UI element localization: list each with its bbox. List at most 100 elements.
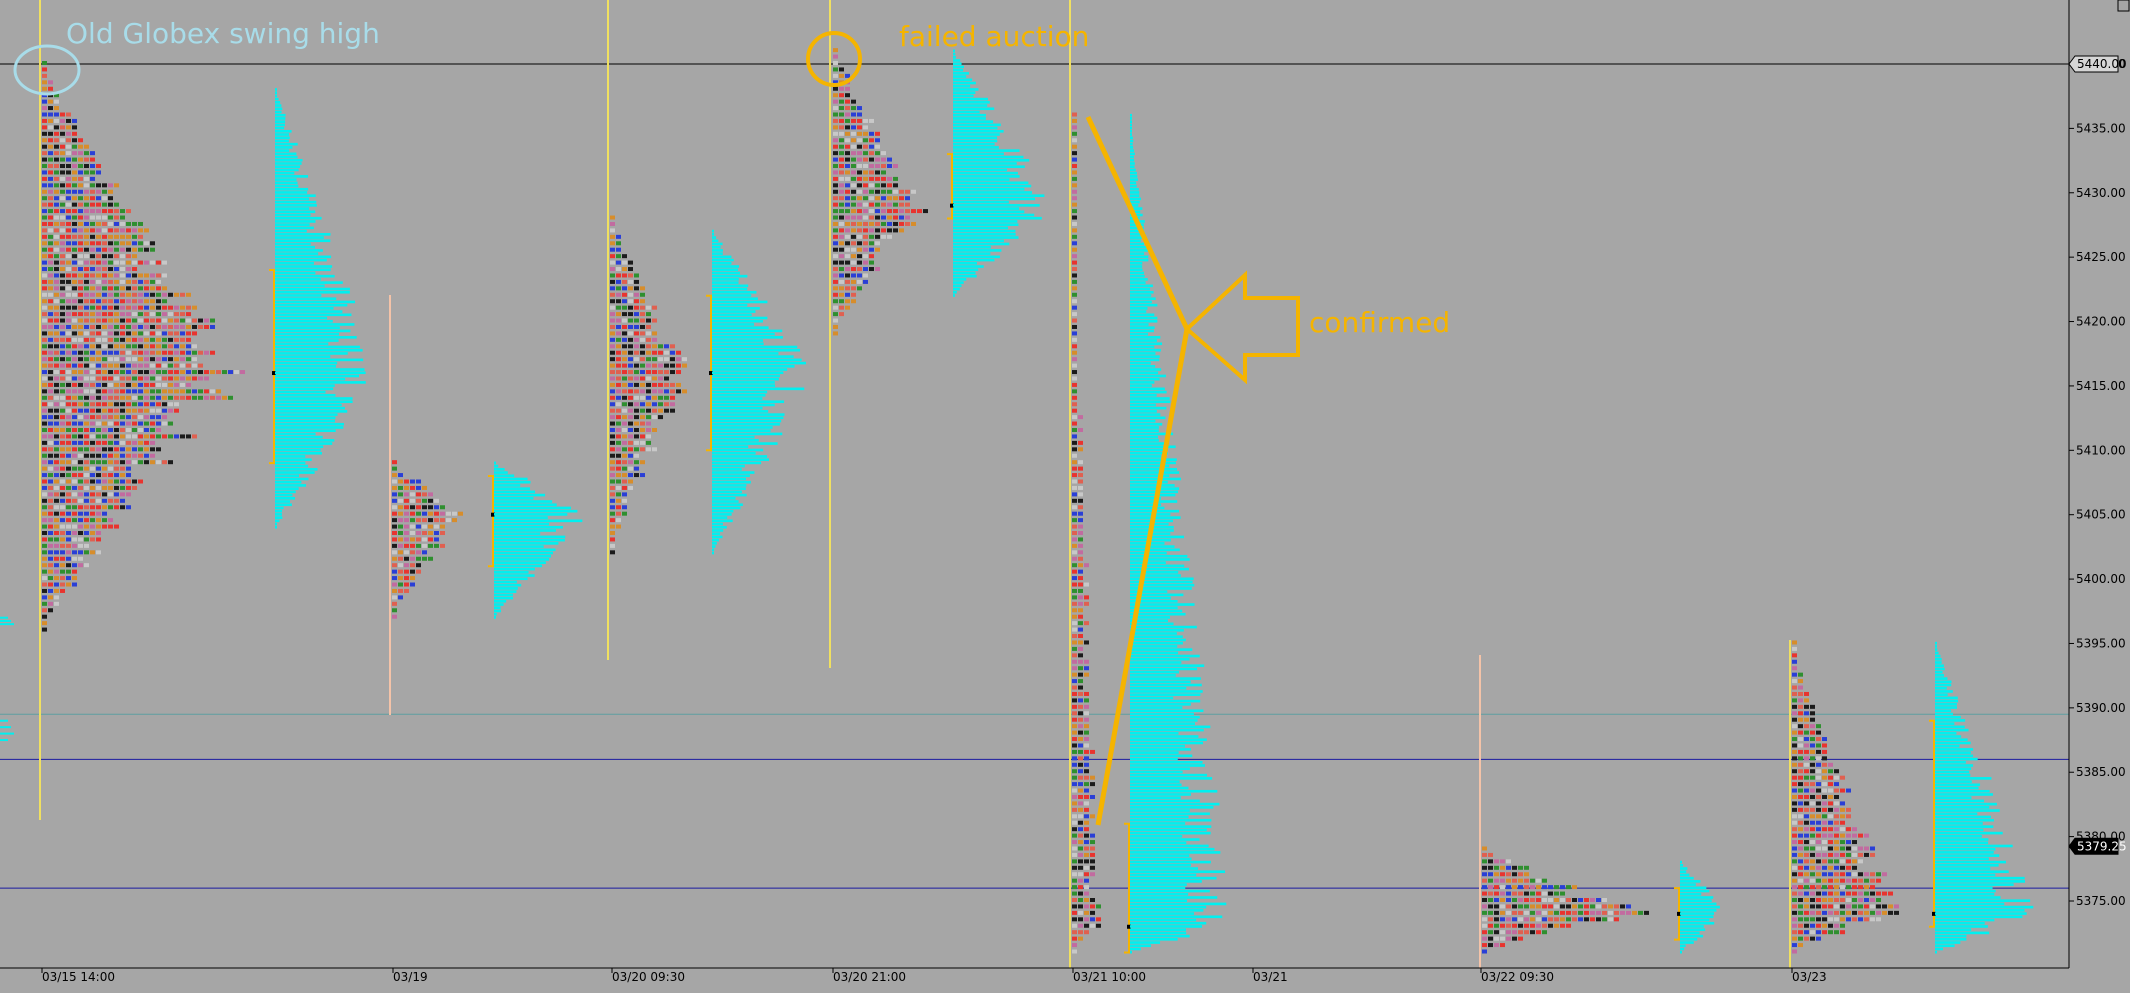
tpo-block	[66, 408, 71, 413]
tpo-block	[1828, 917, 1833, 922]
tpo-block	[42, 318, 47, 323]
tpo-block	[1804, 782, 1809, 787]
tpo-block	[66, 202, 71, 207]
tpo-block	[1506, 904, 1511, 909]
tpo-block	[845, 273, 850, 278]
volume-bar	[712, 477, 747, 481]
volume-bar	[275, 509, 283, 513]
volume-bar	[275, 361, 338, 365]
tpo-block	[66, 112, 71, 117]
tpo-block	[150, 324, 155, 329]
tpo-block	[887, 183, 892, 188]
tpo-block	[72, 228, 77, 233]
tpo-block	[72, 318, 77, 323]
tpo-block	[1494, 943, 1499, 948]
tpo-block	[610, 376, 615, 381]
tpo-block	[1834, 807, 1839, 812]
tpo-block	[634, 344, 639, 349]
tpo-block	[150, 389, 155, 394]
tpo-block	[60, 434, 65, 439]
tpo-block	[392, 556, 397, 561]
tpo-block	[48, 576, 53, 581]
tpo-block	[857, 183, 862, 188]
tpo-block	[42, 267, 47, 272]
tpo-block	[138, 273, 143, 278]
tpo-block	[84, 273, 89, 278]
tpo-block	[78, 170, 83, 175]
tpo-block	[833, 86, 838, 91]
tpo-block	[616, 402, 621, 407]
tpo-block	[1834, 878, 1839, 883]
price-tick-label-2: 5430.00	[2076, 186, 2126, 200]
tpo-block	[180, 350, 185, 355]
tpo-block	[1072, 653, 1077, 658]
tpo-block	[156, 421, 161, 426]
volume-bar	[1130, 699, 1201, 703]
tpo-block	[144, 447, 149, 452]
volume-bar	[953, 242, 1010, 246]
tpo-block	[1072, 859, 1077, 864]
tpo-block	[162, 363, 167, 368]
tpo-block	[60, 582, 65, 587]
tpo-block	[60, 215, 65, 220]
volume-bar	[953, 123, 1001, 127]
corner-scroll-button[interactable]	[2117, 0, 2130, 12]
tpo-block	[622, 408, 627, 413]
tpo-block	[1816, 936, 1821, 941]
tpo-block	[833, 299, 838, 304]
volume-bar	[712, 342, 764, 346]
tpo-block	[634, 389, 639, 394]
volume-bar	[1680, 876, 1694, 880]
tpo-block	[628, 279, 633, 284]
tpo-block	[108, 421, 113, 426]
tpo-block	[857, 118, 862, 123]
tpo-block	[857, 260, 862, 265]
tpo-block	[845, 106, 850, 111]
volume-bar	[1130, 941, 1161, 944]
tpo-block	[1810, 898, 1815, 902]
tpo-block	[1870, 917, 1875, 922]
tpo-block	[881, 164, 886, 169]
tpo-block	[114, 305, 119, 310]
tpo-block	[114, 273, 119, 278]
tpo-block	[1792, 679, 1797, 684]
tpo-block	[150, 337, 155, 342]
tpo-block	[1072, 144, 1077, 149]
tpo-block	[1798, 936, 1803, 941]
tpo-block	[126, 453, 131, 458]
tpo-block	[404, 518, 409, 523]
tpo-block	[48, 118, 53, 123]
tpo-block	[1792, 672, 1797, 677]
tpo-block	[48, 286, 53, 291]
tpo-block	[102, 395, 107, 400]
tpo-block	[72, 531, 77, 536]
tpo-block	[90, 537, 95, 542]
volume-bar	[1130, 448, 1168, 452]
tpo-block	[1072, 485, 1077, 490]
tpo-block	[1482, 859, 1487, 864]
tpo-block	[1798, 878, 1803, 883]
tpo-block	[1810, 762, 1815, 767]
tpo-block	[833, 157, 838, 162]
tpo-block	[54, 357, 59, 362]
tpo-block	[622, 305, 627, 310]
tpo-block	[622, 447, 627, 452]
tpo-block	[410, 543, 415, 548]
volume-bar	[712, 236, 717, 239]
tpo-block	[48, 273, 53, 278]
tpo-block	[162, 260, 167, 265]
tpo-block	[875, 215, 880, 220]
tpo-block	[1524, 898, 1529, 902]
volume-bar	[1130, 854, 1190, 857]
volume-bar	[953, 59, 961, 62]
volume-bar	[275, 500, 291, 503]
tpo-block	[108, 286, 113, 291]
tpo-block	[78, 183, 83, 188]
volume-bar	[1680, 947, 1685, 951]
tpo-block	[72, 292, 77, 297]
tpo-block	[42, 80, 47, 85]
tpo-block	[1506, 865, 1511, 870]
volume-bar	[275, 400, 353, 404]
tpo-block	[1566, 904, 1571, 909]
tpo-block	[1804, 898, 1809, 902]
